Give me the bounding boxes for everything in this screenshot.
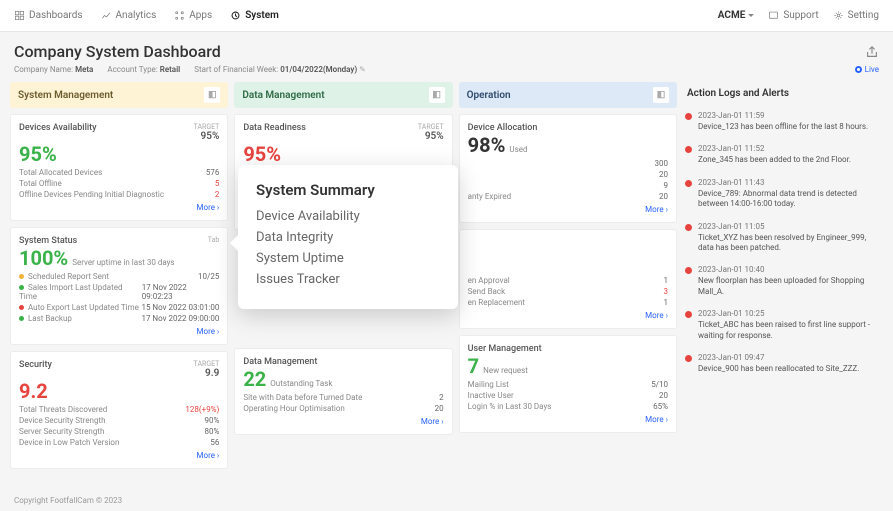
analytics-icon [101,10,112,21]
alert-dot-icon [685,267,692,274]
col-data-header: Data Management ◧ [234,82,452,108]
col-op-icon[interactable]: ◧ [653,87,669,103]
card-data-management: Data Management 22Outstanding Task Site … [234,348,452,435]
alert-dot-icon [685,180,692,187]
card-system-status: System StatusTab 100%Server uptime in la… [10,227,228,345]
alert-item[interactable]: 2023-Jan-01 11:59Device_123 has been off… [683,105,883,138]
more-link[interactable]: More › [19,203,219,212]
more-link[interactable]: More › [243,417,443,426]
chevron-down-icon [748,14,754,17]
support-icon [768,10,779,21]
page-title: Company System Dashboard [14,42,221,61]
card-floorplan: en Approval1 Send Back3 en Replacement1 … [459,229,677,329]
datamgmt-metric: 22Outstanding Task [243,369,443,389]
alerts-panel: Action Logs and Alerts 2023-Jan-01 11:59… [683,82,883,469]
nav-setting[interactable]: Setting [833,10,879,21]
nav-support[interactable]: Support [768,10,818,21]
alert-item[interactable]: 2023-Jan-01 10:25Ticket_ABC has been rai… [683,303,883,347]
devalloc-metric: 98%Used [468,135,668,155]
live-toggle[interactable]: Live [855,65,879,74]
more-link[interactable]: More › [19,451,219,460]
more-link[interactable]: More › [468,415,668,424]
alert-dot-icon [685,146,692,153]
card-security: Security TARGET9.9 9.2 Total Threats Dis… [10,351,228,469]
gear-icon [833,10,844,21]
usermgmt-metric: 7New request [468,356,668,376]
edit-icon[interactable]: ✎ [359,65,366,74]
more-link[interactable]: More › [468,205,668,214]
status-metric: 100%Server uptime in last 30 days [19,248,219,268]
readiness-metric: 95% [243,144,443,164]
nav-analytics[interactable]: Analytics [101,10,157,21]
alert-item[interactable]: 2023-Jan-01 10:40New floorplan has been … [683,259,883,303]
brand-selector[interactable]: ACME [718,10,755,21]
nav-system[interactable]: System [230,10,279,21]
apps-icon [174,10,185,21]
col-op-header: Operation ◧ [459,82,677,108]
more-link[interactable]: More › [468,311,668,320]
card-devices-availability: Devices Availability TARGET95% 95% Total… [10,114,228,221]
more-link[interactable]: More › [19,327,219,336]
dashboard-icon [14,10,25,21]
col-system-header: System Management ◧ [10,82,228,108]
col-sys-icon[interactable]: ◧ [204,87,220,103]
alert-dot-icon [685,355,692,362]
alert-dot-icon [685,224,692,231]
card-device-allocation: Device Allocation 98%Used 300 20 9 anty … [459,114,677,223]
system-summary-tooltip: System Summary Device Availability Data … [238,165,458,309]
card-user-management: User Management 7New request Mailing Lis… [459,335,677,433]
nav-apps[interactable]: Apps [174,10,212,21]
alert-item[interactable]: 2023-Jan-01 11:05Ticket_XYZ has been res… [683,216,883,260]
alert-item[interactable]: 2023-Jan-01 11:52Zone_345 has been added… [683,138,883,171]
share-icon[interactable] [865,45,879,59]
alert-dot-icon [685,311,692,318]
alert-item[interactable]: 2023-Jan-01 11:43Device_789: Abnormal da… [683,172,883,216]
security-metric: 9.2 [19,381,219,401]
alert-dot-icon [685,113,692,120]
top-nav: Dashboards Analytics Apps System ACME Su… [0,0,893,32]
col-data-icon[interactable]: ◧ [429,87,445,103]
system-icon [230,10,241,21]
devices-metric: 95% [19,144,219,164]
footer: Copyright FootfallCam © 2023 [0,490,893,511]
alert-item[interactable]: 2023-Jan-01 09:47Device_900 has been rea… [683,347,883,380]
meta-bar: Company Name: Meta Account Type: Retail … [0,65,893,82]
nav-dashboards[interactable]: Dashboards [14,10,83,21]
